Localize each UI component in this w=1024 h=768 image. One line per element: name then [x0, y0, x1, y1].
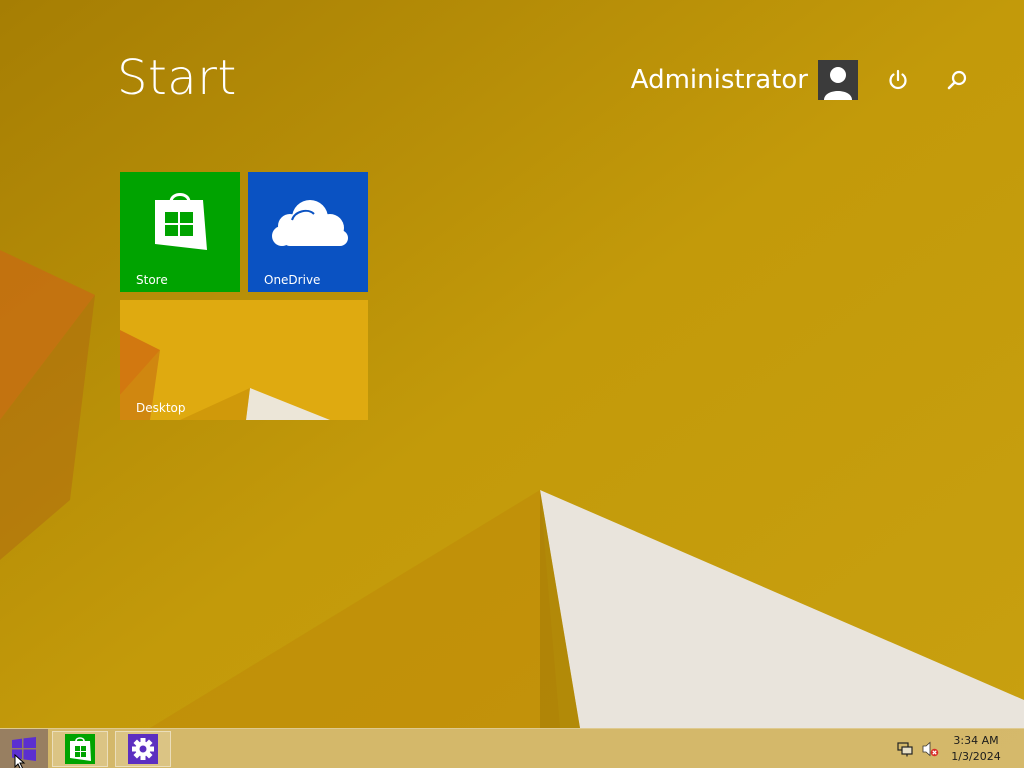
gear-icon — [128, 734, 158, 764]
search-icon — [947, 70, 967, 90]
taskbar-settings-button[interactable] — [115, 731, 171, 767]
power-button[interactable] — [882, 64, 914, 96]
taskbar-store-button[interactable] — [52, 731, 108, 767]
tile-label: Store — [136, 273, 168, 287]
tile-onedrive[interactable]: OneDrive — [248, 172, 368, 292]
user-avatar-icon[interactable] — [818, 60, 858, 100]
taskbar: 3:34 AM 1/3/2024 — [0, 728, 1024, 768]
mouse-cursor-icon — [14, 754, 26, 768]
tile-desktop[interactable]: Desktop — [120, 300, 368, 420]
user-name[interactable]: Administrator — [631, 65, 808, 95]
search-button[interactable] — [941, 64, 973, 96]
cloud-icon — [272, 200, 348, 246]
speaker-muted-icon[interactable] — [921, 741, 939, 757]
power-icon — [889, 69, 907, 90]
store-bag-icon — [155, 193, 207, 250]
clock-date: 1/3/2024 — [951, 750, 1001, 763]
tile-store[interactable]: Store — [120, 172, 240, 292]
tile-label: Desktop — [136, 401, 186, 415]
start-title: Start — [117, 50, 237, 106]
start-screen: Start Administrator Store OneDrive Deskt… — [0, 0, 1024, 768]
taskbar-clock[interactable]: 3:34 AM 1/3/2024 — [946, 733, 1006, 765]
store-bag-icon — [65, 734, 95, 764]
user-account[interactable]: Administrator — [631, 60, 858, 100]
network-icon[interactable] — [897, 741, 915, 757]
tile-label: OneDrive — [264, 273, 321, 287]
clock-time: 3:34 AM — [953, 734, 999, 747]
